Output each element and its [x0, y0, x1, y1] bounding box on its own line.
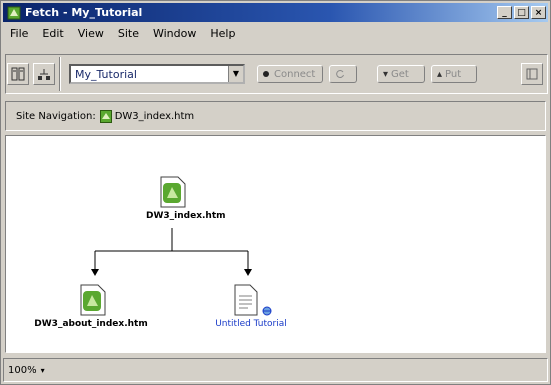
chevron-down-icon[interactable]: ▾: [41, 366, 45, 375]
site-map-view-button[interactable]: [33, 63, 55, 85]
expand-icon: [526, 68, 538, 80]
connect-icon: [263, 71, 269, 77]
html-page-icon: [160, 176, 186, 208]
site-map-canvas: DW3_index.htm DW3_about_index.htm Untitl…: [5, 135, 546, 353]
maximize-button[interactable]: □: [514, 6, 529, 19]
home-page-link[interactable]: DW3_index.htm: [115, 111, 195, 122]
globe-icon: [262, 306, 272, 316]
child-node-label: DW3_about_index.htm: [34, 319, 148, 329]
refresh-button[interactable]: [329, 65, 357, 83]
app-window: Fetch - My_Tutorial _ □ × File Edit View…: [0, 0, 551, 385]
zoom-level[interactable]: 100%: [8, 365, 37, 376]
site-select[interactable]: My_Tutorial ▼: [69, 64, 245, 84]
put-button[interactable]: ▴ Put: [431, 65, 477, 83]
menu-window[interactable]: Window: [146, 27, 203, 40]
menu-file[interactable]: File: [3, 27, 35, 40]
close-button[interactable]: ×: [531, 6, 546, 19]
site-map-icon: [38, 69, 50, 80]
title-bar[interactable]: Fetch - My_Tutorial _ □ ×: [3, 3, 548, 22]
site-navigation-label: Site Navigation:: [16, 110, 96, 122]
site-map-link-node[interactable]: Untitled Tutorial: [176, 284, 326, 329]
menu-view[interactable]: View: [71, 27, 111, 40]
document-icon: [234, 284, 258, 316]
expand-button[interactable]: [521, 63, 543, 85]
site-map-child-node[interactable]: DW3_about_index.htm: [16, 284, 166, 329]
menu-edit[interactable]: Edit: [35, 27, 70, 40]
app-icon: [7, 6, 21, 19]
get-label: Get: [391, 68, 409, 80]
site-navigation-bar: Site Navigation: DW3_index.htm: [5, 101, 546, 131]
put-label: Put: [445, 68, 462, 80]
site-files-icon: [11, 67, 25, 81]
home-page-icon: [99, 109, 112, 123]
connect-button[interactable]: Connect: [257, 65, 323, 83]
site-map-root-node[interactable]: DW3_index.htm: [146, 176, 226, 221]
down-arrow-icon: ▾: [383, 68, 389, 80]
site-select-value: My_Tutorial: [75, 67, 137, 81]
link-node-label: Untitled Tutorial: [215, 319, 287, 329]
menu-help[interactable]: Help: [203, 27, 242, 40]
up-arrow-icon: ▴: [437, 68, 443, 80]
html-page-icon: [80, 284, 106, 316]
window-title: Fetch - My_Tutorial: [25, 6, 143, 19]
chevron-down-icon[interactable]: ▼: [228, 66, 243, 82]
root-node-label: DW3_index.htm: [146, 211, 226, 221]
connect-label: Connect: [274, 68, 316, 80]
site-files-view-button[interactable]: [7, 63, 29, 85]
get-button[interactable]: ▾ Get: [377, 65, 425, 83]
status-bar: 100% ▾: [3, 358, 548, 382]
menu-bar: File Edit View Site Window Help: [3, 24, 242, 42]
refresh-icon: [336, 70, 344, 79]
toolbar: My_Tutorial ▼ Connect ▾ Get ▴ Put: [7, 57, 545, 91]
toolbar-separator: [59, 57, 61, 91]
minimize-button[interactable]: _: [497, 6, 512, 19]
menu-site[interactable]: Site: [111, 27, 146, 40]
